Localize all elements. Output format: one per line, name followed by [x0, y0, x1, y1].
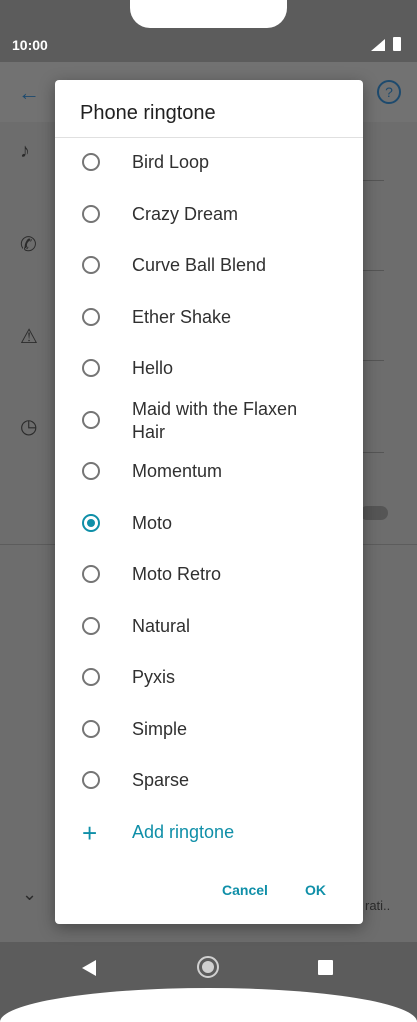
radio-button[interactable] [82, 668, 100, 686]
ringtone-label: Natural [132, 616, 191, 636]
nav-recents-icon[interactable] [318, 960, 333, 975]
radio-button[interactable] [82, 771, 100, 789]
truncated-setting-text: rati.. [365, 898, 391, 913]
row-divider [362, 360, 384, 361]
ringtone-label: Ether Shake [132, 307, 232, 327]
ringtone-label: Hello [132, 358, 174, 378]
ringtone-label: Pyxis [132, 667, 176, 687]
ringtone-label: Maid with the Flaxen Hair [132, 399, 298, 442]
radio-button-selected[interactable] [82, 514, 100, 532]
ringtone-label: Crazy Dream [132, 204, 239, 224]
radio-button[interactable] [82, 617, 100, 635]
row-divider [362, 180, 384, 181]
help-icon[interactable]: ? [377, 80, 401, 104]
add-ringtone-label: Add ringtone [132, 822, 235, 842]
music-note-icon: ♪ [20, 140, 30, 162]
ringtone-option[interactable]: Pyxis [55, 652, 363, 702]
status-icons [363, 36, 403, 54]
bell-icon: ⚠ [20, 326, 38, 348]
add-ringtone-button[interactable]: + Add ringtone [55, 820, 363, 846]
ringtone-label: Moto [132, 513, 173, 533]
ringtone-option[interactable]: Natural [55, 601, 363, 651]
dialog-title: Phone ringtone [80, 102, 216, 124]
ringtone-dialog: Phone ringtone Bird Loop Crazy Dream Cur… [55, 80, 363, 924]
phone-icon: ✆ [20, 234, 37, 256]
status-bar: 10:00 [0, 0, 417, 62]
ringtone-label: Curve Ball Blend [132, 255, 267, 275]
radio-button[interactable] [82, 565, 100, 583]
chevron-down-icon[interactable]: ⌄ [22, 884, 37, 905]
row-divider [362, 270, 384, 271]
ringtone-option[interactable]: Simple [55, 704, 363, 754]
radio-button[interactable] [82, 359, 100, 377]
signal-icon [371, 39, 385, 51]
ringtone-option[interactable]: Maid with the Flaxen Hair [55, 393, 363, 447]
alarm-icon: ◷ [20, 416, 38, 438]
nav-back-icon[interactable] [82, 960, 96, 976]
ringtone-option[interactable]: Momentum [55, 446, 363, 496]
ringtone-option[interactable]: Moto [55, 498, 363, 548]
status-time: 10:00 [12, 37, 48, 53]
ringtone-option[interactable]: Moto Retro [55, 549, 363, 599]
row-divider [362, 452, 384, 453]
ringtone-option[interactable]: Bird Loop [55, 137, 363, 187]
battery-icon [393, 37, 401, 51]
ringtone-label: Bird Loop [132, 152, 210, 172]
toggle-switch[interactable] [360, 506, 388, 520]
radio-button[interactable] [82, 462, 100, 480]
ringtone-option[interactable]: Ether Shake [55, 292, 363, 342]
radio-button[interactable] [82, 308, 100, 326]
ok-button[interactable]: OK [305, 882, 326, 898]
radio-button[interactable] [82, 205, 100, 223]
back-arrow-icon[interactable]: ← [18, 80, 40, 106]
ringtone-label: Simple [132, 719, 188, 739]
radio-button[interactable] [82, 411, 100, 429]
ringtone-option[interactable]: Crazy Dream [55, 189, 363, 239]
radio-button[interactable] [82, 153, 100, 171]
ringtone-option[interactable]: Hello [55, 343, 363, 393]
cancel-button[interactable]: Cancel [222, 882, 268, 898]
ringtone-label: Sparse [132, 770, 190, 790]
ringtone-option[interactable]: Curve Ball Blend [55, 240, 363, 290]
nav-home-icon[interactable] [197, 956, 219, 978]
ringtone-label: Moto Retro [132, 564, 222, 584]
ringtone-option[interactable]: Sparse [55, 755, 363, 805]
ringtone-label: Momentum [132, 461, 223, 481]
radio-button[interactable] [82, 256, 100, 274]
radio-button[interactable] [82, 720, 100, 738]
add-icon: + [82, 818, 98, 848]
camera-notch [130, 0, 287, 28]
